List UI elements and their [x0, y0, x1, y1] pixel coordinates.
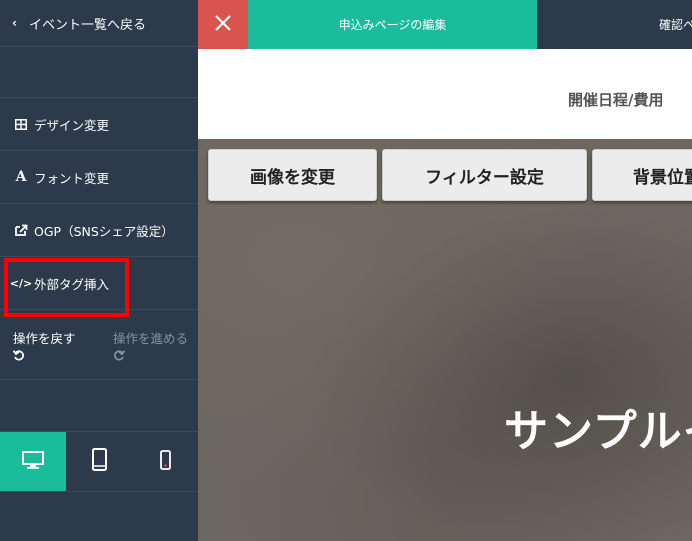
- code-icon: </>: [9, 276, 33, 290]
- sidebar-item-ogp[interactable]: OGP（SNSシェア設定）: [0, 204, 198, 257]
- sidebar-spacer: [0, 47, 198, 98]
- top-bar: 申込みページの編集 確認ペ: [198, 0, 692, 49]
- undo-icon: [12, 350, 113, 366]
- page-header: 開催日程/費用: [198, 49, 692, 139]
- hero-section: 画像を変更 フィルター設定 背景位置 サンプルイ: [198, 139, 692, 541]
- sidebar-item-label: デザイン変更: [34, 117, 110, 133]
- mobile-icon: [159, 449, 171, 474]
- undo-button[interactable]: 操作を戻す: [12, 328, 113, 379]
- tab-confirm-page[interactable]: 確認ペ: [537, 0, 692, 49]
- sidebar-item-design[interactable]: デザイン変更: [0, 98, 198, 151]
- device-switcher: [0, 431, 198, 492]
- redo-label: 操作を進める: [113, 331, 189, 346]
- nav-link-schedule-fee[interactable]: 開催日程/費用: [568, 89, 663, 110]
- back-label: イベント一覧へ戻る: [28, 17, 146, 33]
- sidebar-item-font[interactable]: A フォント変更: [0, 151, 198, 204]
- close-button[interactable]: [198, 0, 248, 49]
- undo-redo-group: 操作を戻す 操作を進める: [0, 310, 198, 380]
- hero-toolbar: 画像を変更 フィルター設定 背景位置: [208, 149, 692, 201]
- font-a-icon: A: [15, 169, 27, 185]
- sidebar: ‹ イベント一覧へ戻る デザイン変更 A フォント変更 OGP（SNSシェア設定…: [0, 0, 198, 541]
- tablet-icon: [91, 448, 107, 475]
- chevron-left-icon: ‹: [12, 16, 17, 30]
- sidebar-item-label: フォント変更: [34, 170, 110, 186]
- grid-icon: [13, 118, 29, 130]
- tab-label: 確認ペ: [659, 18, 692, 32]
- background-position-button[interactable]: 背景位置: [592, 149, 692, 201]
- filter-settings-button[interactable]: フィルター設定: [382, 149, 587, 201]
- redo-icon: [113, 350, 188, 365]
- desktop-icon: [22, 450, 44, 473]
- sidebar-item-label: 外部タグ挿入: [34, 276, 110, 292]
- redo-button[interactable]: 操作を進める: [113, 328, 188, 379]
- sidebar-item-label: OGP（SNSシェア設定）: [34, 223, 174, 239]
- hero-title[interactable]: サンプルイ: [504, 395, 692, 459]
- close-icon: [215, 14, 231, 35]
- back-to-events-link[interactable]: ‹ イベント一覧へ戻る: [0, 0, 198, 47]
- undo-label: 操作を戻す: [13, 331, 76, 346]
- device-tablet-button[interactable]: [66, 432, 132, 491]
- change-image-button[interactable]: 画像を変更: [208, 149, 377, 201]
- sidebar-item-external-tag[interactable]: </> 外部タグ挿入: [0, 257, 198, 317]
- device-mobile-button[interactable]: [132, 432, 198, 491]
- device-desktop-button[interactable]: [0, 432, 66, 491]
- share-icon: [13, 224, 29, 236]
- tab-edit-application-page[interactable]: 申込みページの編集: [248, 0, 537, 49]
- tab-label: 申込みページの編集: [338, 18, 447, 32]
